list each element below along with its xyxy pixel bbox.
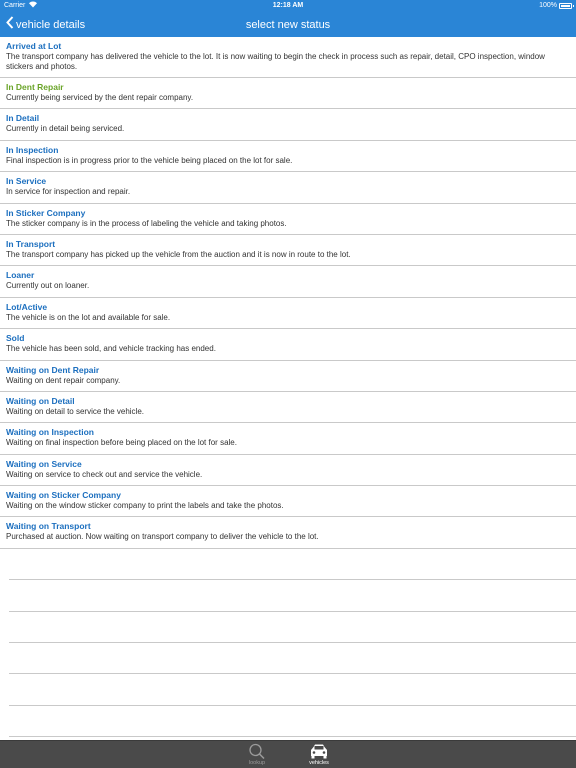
status-description: In service for inspection and repair.: [6, 187, 131, 197]
status-row-loaner[interactable]: Loaner Currently out on loaner.: [0, 266, 576, 298]
status-name: In Transport: [6, 238, 56, 249]
status-row-in-transport[interactable]: In Transport The transport company has p…: [0, 235, 576, 267]
status-description: Waiting on service to check out and serv…: [6, 469, 203, 479]
status-row-in-service[interactable]: In Service In service for inspection and…: [0, 172, 576, 204]
status-description: The transport company has picked up the …: [6, 249, 351, 259]
status-row-in-dent-repair[interactable]: In Dent Repair Currently being serviced …: [0, 78, 576, 110]
status-description: Currently being serviced by the dent rep…: [6, 93, 194, 102]
status-list: Arrived at Lot The transport company has…: [0, 37, 576, 740]
status-name: Waiting on Dent Repair: [6, 364, 100, 375]
status-name: Loaner: [6, 270, 35, 281]
status-row-waiting-on-detail[interactable]: Waiting on Detail Waiting on detail to s…: [0, 392, 576, 424]
status-description: The transport company has delivered the …: [6, 52, 545, 71]
empty-row: [9, 612, 576, 644]
status-description: Currently out on loaner.: [6, 281, 90, 291]
status-description: The vehicle has been sold, and vehicle t…: [6, 344, 216, 354]
status-description: Waiting on detail to service the vehicle…: [6, 406, 144, 416]
search-icon: [237, 743, 277, 760]
status-row-lot-active[interactable]: Lot/Active The vehicle is on the lot and…: [0, 298, 576, 330]
empty-row: [9, 643, 576, 675]
battery-percentage: 100%: [539, 2, 557, 9]
tab-lookup-label: lookup: [248, 760, 266, 766]
tab-vehicles-label: vehicles: [309, 760, 329, 766]
status-row-arrived-at-lot[interactable]: Arrived at Lot The transport company has…: [0, 37, 576, 78]
status-row-in-detail[interactable]: In Detail Currently in detail being serv…: [0, 109, 576, 141]
status-row-in-inspection[interactable]: In Inspection Final inspection is in pro…: [0, 141, 576, 173]
status-name: In Inspection: [6, 144, 59, 155]
empty-row: [9, 674, 576, 706]
page-title: select new status: [245, 19, 331, 31]
status-row-waiting-on-dent-repair[interactable]: Waiting on Dent Repair Waiting on dent r…: [0, 361, 576, 392]
status-description: Final inspection is in progress prior to…: [6, 155, 293, 165]
status-name: Waiting on Inspection: [6, 427, 94, 438]
status-name: Waiting on Detail: [6, 395, 75, 406]
status-name: Waiting on Transport: [6, 521, 91, 532]
battery-tip: [573, 5, 574, 7]
status-bar: Carrier 12:18 AM 100%: [0, 0, 576, 12]
navigation-bar: vehicle details select new status: [0, 12, 576, 37]
status-description: The vehicle is on the lot and available …: [6, 312, 171, 322]
status-row-waiting-on-transport[interactable]: Waiting on Transport Purchased at auctio…: [0, 517, 576, 549]
car-icon: [299, 743, 339, 760]
status-description: Waiting on final inspection before being…: [6, 438, 237, 448]
status-name: In Sticker Company: [6, 207, 86, 218]
tab-lookup[interactable]: lookup: [237, 742, 277, 768]
status-row-in-sticker-company[interactable]: In Sticker Company The sticker company i…: [0, 204, 576, 235]
status-name: Waiting on Service: [6, 458, 82, 469]
tab-vehicles[interactable]: vehicles: [299, 742, 339, 768]
status-description: Waiting on the window sticker company to…: [6, 501, 284, 511]
status-description: Purchased at auction. Now waiting on tra…: [6, 532, 319, 542]
clock: 12:18 AM: [272, 2, 304, 9]
status-name: In Dent Repair: [6, 82, 64, 92]
battery-icon: [559, 3, 572, 9]
empty-row: [9, 580, 576, 612]
status-name: Sold: [6, 333, 25, 344]
status-description: Currently in detail being serviced.: [6, 124, 125, 134]
empty-row: [9, 549, 576, 581]
status-name: In Service: [6, 176, 47, 187]
status-row-waiting-on-sticker-company[interactable]: Waiting on Sticker Company Waiting on th…: [0, 486, 576, 518]
status-row-waiting-on-inspection[interactable]: Waiting on Inspection Waiting on final i…: [0, 423, 576, 455]
empty-row: [9, 706, 576, 738]
status-name: Lot/Active: [6, 301, 48, 312]
status-description: The sticker company is in the process of…: [6, 218, 287, 228]
status-row-waiting-on-service[interactable]: Waiting on Service Waiting on service to…: [0, 455, 576, 487]
status-name: Arrived at Lot: [6, 41, 62, 51]
status-name: In Detail: [6, 113, 40, 124]
status-row-sold[interactable]: Sold The vehicle has been sold, and vehi…: [0, 329, 576, 361]
tab-bar: lookup vehicles: [0, 740, 576, 768]
status-name: Waiting on Sticker Company: [6, 490, 121, 501]
status-description: Waiting on dent repair company.: [6, 375, 121, 385]
